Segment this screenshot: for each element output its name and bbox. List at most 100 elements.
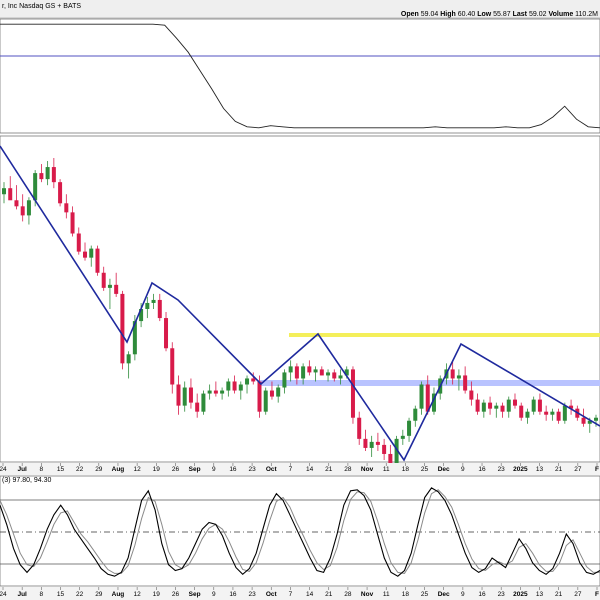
x-tick-label: Sep <box>189 466 201 473</box>
x-tick-label: 14 <box>306 591 314 598</box>
candle-body <box>519 405 524 418</box>
symbol-title: r, Inc Nasdaq GS + BATS <box>2 3 81 10</box>
x-tick-label: 13 <box>536 466 544 473</box>
x-tick-label: 21 <box>555 466 563 473</box>
x-tick-label: Nov <box>361 591 374 598</box>
x-tick-label: 16 <box>478 591 486 598</box>
candle-body <box>251 378 256 382</box>
candle-body <box>70 212 75 234</box>
x-tick-label: 9 <box>461 591 465 598</box>
x-axis-strip-bottom <box>0 587 600 600</box>
x-tick-label: 22 <box>76 466 84 473</box>
candle-body <box>182 387 187 406</box>
candle-body <box>51 167 56 183</box>
x-tick-label: 24 <box>0 466 7 473</box>
x-tick-label: 23 <box>248 591 256 598</box>
x-tick-label: 28 <box>344 591 352 598</box>
x-tick-label: Jul <box>17 466 27 473</box>
oscillator-legend: (3) 97.80, 94.30 <box>2 477 52 484</box>
x-tick-label: 14 <box>306 466 314 473</box>
candle-body <box>39 173 44 180</box>
x-tick-label: 15 <box>57 466 65 473</box>
candle-body <box>107 284 112 288</box>
x-tick-label: 29 <box>95 466 103 473</box>
candle-body <box>562 405 567 421</box>
x-tick-label: 7 <box>289 591 293 598</box>
candle-body <box>220 390 225 394</box>
price-panel <box>0 135 600 463</box>
x-tick-label: 9 <box>461 466 465 473</box>
stock-chart: r, Inc Nasdaq GS + BATS Open 59.04 High … <box>0 0 600 600</box>
x-tick-label: 8 <box>40 591 44 598</box>
candle-body <box>164 318 169 349</box>
candle-body <box>525 411 530 418</box>
x-tick-label: Dec <box>438 466 450 473</box>
candle-body <box>413 408 418 421</box>
x-tick-label: Sep <box>189 591 201 598</box>
candle-body <box>257 381 262 412</box>
oscillator-panel <box>0 475 600 587</box>
candle-body <box>201 393 206 412</box>
candle-body <box>400 435 405 439</box>
candle-body <box>463 375 468 391</box>
candle-body <box>475 399 480 412</box>
x-tick-label: 12 <box>134 466 142 473</box>
x-tick-label: 11 <box>383 466 390 473</box>
candle-body <box>481 402 486 412</box>
candle-body <box>363 438 368 448</box>
candle-body <box>494 405 499 409</box>
x-tick-label: 21 <box>555 591 563 598</box>
candle-body <box>338 375 343 379</box>
candle-body <box>500 405 505 412</box>
candle-body <box>332 372 337 379</box>
x-tick-label: 2025 <box>513 466 528 473</box>
candle-body <box>350 369 355 418</box>
x-tick-label: 9 <box>212 466 216 473</box>
candle-body <box>170 348 175 385</box>
x-tick-label: 25 <box>421 466 429 473</box>
x-tick-label: 25 <box>421 591 429 598</box>
candle-body <box>101 272 106 288</box>
x-tick-label: 16 <box>229 591 237 598</box>
candle-body <box>8 188 13 201</box>
candle-body <box>375 441 380 445</box>
x-tick-label: 23 <box>498 591 506 598</box>
candle-body <box>213 390 218 394</box>
x-tick-label: 23 <box>498 466 506 473</box>
candle-body <box>95 248 100 273</box>
x-axis-strip <box>0 463 600 475</box>
x-tick-label: 26 <box>172 591 180 598</box>
candle-body <box>263 390 268 412</box>
x-tick-label: 18 <box>402 466 410 473</box>
x-tick-label: 23 <box>248 466 256 473</box>
candle-body <box>531 399 536 412</box>
candle-body <box>382 444 387 454</box>
candle-body <box>326 372 331 376</box>
x-tick-label: 27 <box>574 466 582 473</box>
x-tick-label: Nov <box>361 466 374 473</box>
ohlc-readout: Open 59.04 High 60.40 Low 55.87 Last 59.… <box>401 11 598 18</box>
candle-body <box>58 182 63 204</box>
x-tick-label: Dec <box>438 591 450 598</box>
candle-body <box>238 384 243 391</box>
x-tick-label: 8 <box>40 466 44 473</box>
candle-body <box>407 420 412 436</box>
x-tick-label: F <box>595 591 599 598</box>
candle-body <box>126 354 131 364</box>
candle-body <box>120 293 125 364</box>
x-tick-label: 21 <box>325 591 333 598</box>
resistance-zone <box>289 333 600 337</box>
candle-body <box>114 284 119 294</box>
x-tick-label: 22 <box>76 591 84 598</box>
candle-body <box>288 366 293 373</box>
candle-body <box>276 387 281 397</box>
candle-body <box>282 372 287 388</box>
candle-body <box>89 248 94 258</box>
x-tick-label: 18 <box>402 591 410 598</box>
candle-body <box>307 366 312 373</box>
x-tick-label: F <box>595 466 599 473</box>
x-tick-label: 26 <box>172 466 180 473</box>
candle-body <box>33 173 38 201</box>
candle-body <box>301 366 306 379</box>
x-tick-label: Aug <box>112 466 125 473</box>
